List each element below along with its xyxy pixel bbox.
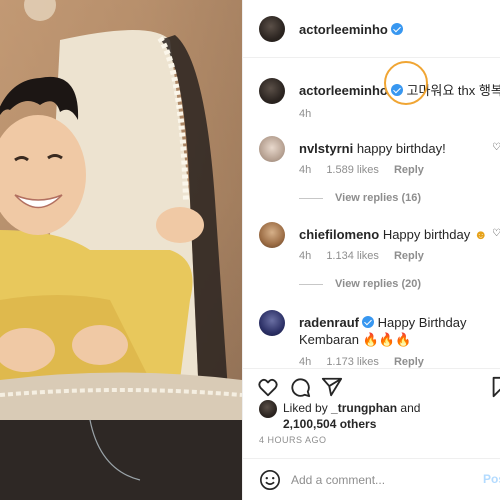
author-avatar[interactable] — [259, 16, 285, 42]
comment-avatar[interactable] — [259, 222, 285, 248]
reply-button[interactable]: Reply — [394, 250, 424, 262]
view-replies-button[interactable]: View replies (16) — [299, 192, 421, 204]
comment-body-line1: Happy Birthday — [377, 315, 467, 330]
post-photo — [0, 0, 242, 500]
comment-bubble-icon[interactable] — [289, 376, 311, 398]
add-comment-input[interactable] — [291, 470, 471, 490]
action-bar — [243, 368, 500, 404]
likes-line: Liked by _trungphan and — [283, 401, 420, 415]
verified-badge-icon — [361, 316, 374, 328]
comment-likes[interactable]: 1.134 likes — [326, 250, 379, 262]
liked-by-user[interactable]: _trungphan — [331, 401, 397, 415]
fire-emoji-icon: 🔥🔥🔥 — [362, 332, 412, 347]
comment-username[interactable]: chiefilomeno — [299, 227, 379, 242]
comment-likes[interactable]: 1.589 likes — [326, 164, 379, 176]
comment-text: chiefilomeno Happy birthday ☻ — [299, 226, 500, 243]
comment-avatar[interactable] — [259, 136, 285, 162]
comment-like-heart-icon[interactable]: ♡ — [492, 142, 500, 153]
comment-body: Happy birthday — [382, 227, 471, 242]
liker-avatar[interactable] — [259, 400, 277, 418]
comment-username[interactable]: nvlstyrni — [299, 141, 353, 156]
caption-time: 4h — [299, 108, 312, 120]
comment-time: 4h — [299, 164, 312, 176]
post-comment-button[interactable]: Post — [483, 472, 500, 486]
add-comment-bar: Post — [243, 458, 500, 500]
comment-text: nvlstyrni happy birthday! — [299, 140, 500, 157]
verified-badge-icon — [390, 23, 403, 35]
comment-likes[interactable]: 1.173 likes — [326, 356, 379, 368]
comment-avatar[interactable] — [259, 310, 285, 336]
comment-body-line2: Kembaran — [299, 332, 359, 347]
comment-username[interactable]: radenrauf — [299, 315, 359, 330]
grinning-emoji-icon: ☻ — [473, 227, 488, 242]
liked-by-prefix: Liked by — [283, 401, 328, 415]
comments-list: actorleeminho 고마워요 thx 행복해 4h nvlstyrni … — [243, 58, 500, 368]
heart-outline-icon[interactable] — [257, 376, 279, 398]
comment-like-heart-icon[interactable]: ♡ — [492, 228, 500, 239]
post-header: actorleeminho — [243, 0, 500, 58]
author-name-row: actorleeminho — [299, 21, 403, 39]
comment-time: 4h — [299, 250, 312, 262]
bookmark-icon[interactable] — [489, 376, 500, 398]
reply-button[interactable]: Reply — [394, 356, 424, 368]
liked-by-and: and — [400, 401, 421, 415]
smiley-icon[interactable] — [259, 469, 281, 491]
caption-username[interactable]: actorleeminho — [299, 83, 388, 98]
paper-plane-icon[interactable] — [321, 376, 343, 398]
comment-text-line2: Kembaran 🔥🔥🔥 — [299, 331, 500, 348]
comment-meta: 4h 1.134 likes Reply — [299, 250, 436, 262]
caption-meta: 4h — [299, 108, 323, 120]
author-username[interactable]: actorleeminho — [299, 22, 388, 37]
comment-time: 4h — [299, 356, 312, 368]
comment-text: radenrauf Happy Birthday — [299, 314, 500, 331]
caption-avatar[interactable] — [259, 78, 285, 104]
post-details-panel: actorleeminho actorleeminho 고마워요 thx 행복해… — [242, 0, 500, 500]
comment-meta: 4h 1.589 likes Reply — [299, 164, 436, 176]
post-time-ago[interactable]: 4 HOURS AGO — [259, 435, 327, 445]
reply-button[interactable]: Reply — [394, 164, 424, 176]
view-replies-button[interactable]: View replies (20) — [299, 278, 421, 290]
comment-meta: 4h 1.173 likes Reply — [299, 356, 436, 368]
comment-body: happy birthday! — [356, 141, 446, 156]
child-photo-illustration — [0, 0, 242, 500]
highlight-circle — [384, 61, 428, 105]
likes-count[interactable]: 2,100,504 others — [283, 417, 376, 431]
